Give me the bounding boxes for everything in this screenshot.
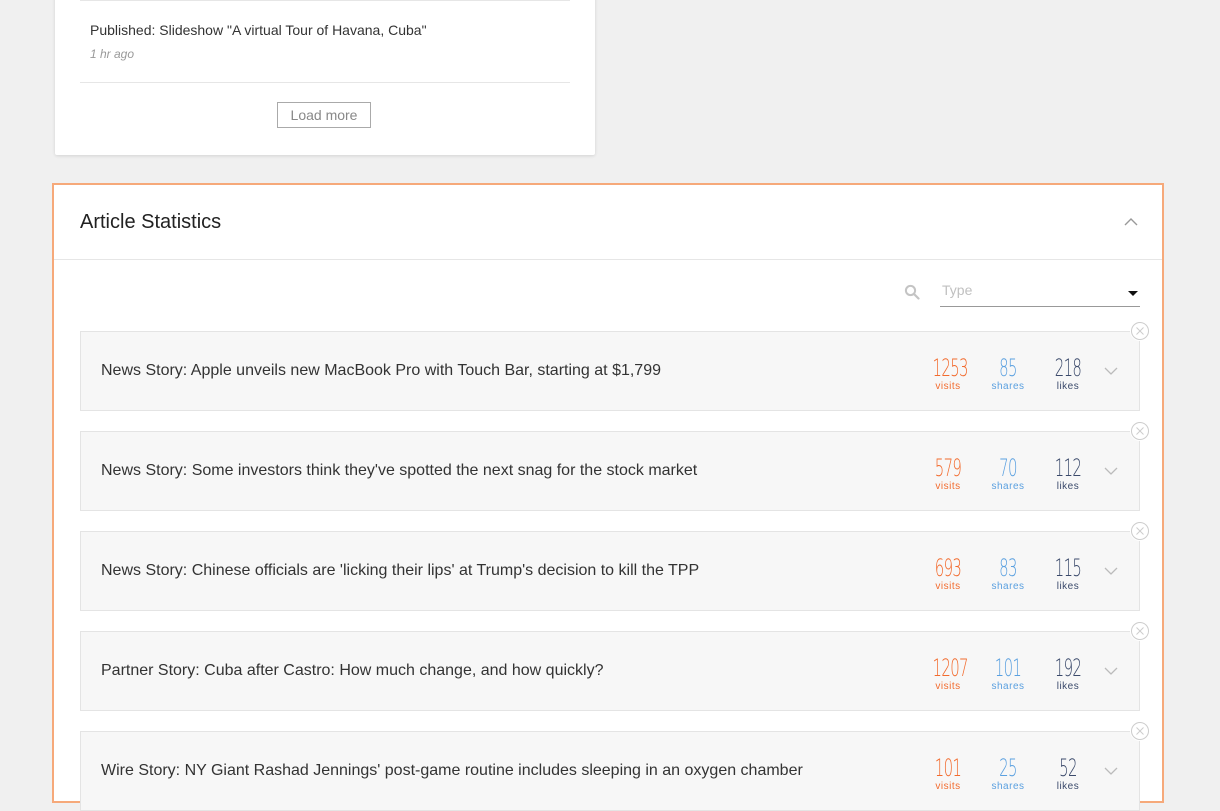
expand-button[interactable] bbox=[1103, 564, 1119, 576]
visits-count: 579 bbox=[934, 454, 962, 482]
shares-stat: 25 shares bbox=[983, 756, 1033, 792]
article-title: News Story: Chinese officials are 'licki… bbox=[101, 562, 700, 579]
likes-count: 52 bbox=[1059, 754, 1077, 782]
load-more-button[interactable]: Load more bbox=[277, 102, 371, 128]
visits-count: 1207 bbox=[932, 654, 969, 682]
shares-label: shares bbox=[991, 681, 1025, 692]
search-icon bbox=[904, 284, 920, 300]
shares-label: shares bbox=[991, 781, 1025, 792]
article-title: Wire Story: NY Giant Rashad Jennings' po… bbox=[101, 762, 803, 779]
article-row[interactable]: News Story: Some investors think they've… bbox=[80, 421, 1150, 511]
expand-button[interactable] bbox=[1103, 464, 1119, 476]
article-row[interactable]: Partner Story: Cuba after Castro: How mu… bbox=[80, 621, 1150, 711]
article-row[interactable]: News Story: Apple unveils new MacBook Pr… bbox=[80, 321, 1150, 411]
shares-label: shares bbox=[991, 581, 1025, 592]
article-row[interactable]: Wire Story: NY Giant Rashad Jennings' po… bbox=[80, 721, 1150, 811]
close-circle-icon bbox=[1131, 722, 1149, 740]
likes-stat: 192 likes bbox=[1043, 656, 1093, 692]
article-title: News Story: Apple unveils new MacBook Pr… bbox=[101, 362, 661, 379]
remove-button[interactable] bbox=[1130, 721, 1150, 741]
activity-item-time: 1 hr ago bbox=[90, 47, 135, 61]
likes-count: 112 bbox=[1054, 454, 1082, 482]
expand-button[interactable] bbox=[1103, 664, 1119, 676]
shares-stat: 85 shares bbox=[983, 356, 1033, 392]
likes-count: 218 bbox=[1054, 354, 1082, 382]
close-circle-icon bbox=[1131, 422, 1149, 440]
likes-label: likes bbox=[1056, 681, 1080, 692]
collapse-button[interactable] bbox=[1122, 213, 1140, 231]
panel-title: Article Statistics bbox=[80, 211, 222, 233]
visits-stat: 101 visits bbox=[923, 756, 973, 792]
chevron-down-icon bbox=[1104, 567, 1118, 575]
visits-label: visits bbox=[935, 481, 961, 492]
chevron-up-icon bbox=[1124, 218, 1138, 226]
shares-label: shares bbox=[991, 481, 1025, 492]
article-statistics-panel: Article Statistics Type News Story: Appl… bbox=[52, 183, 1164, 811]
visits-label: visits bbox=[935, 381, 961, 392]
expand-button[interactable] bbox=[1103, 764, 1119, 776]
close-circle-icon bbox=[1131, 622, 1149, 640]
visits-label: visits bbox=[935, 681, 961, 692]
visits-count: 1253 bbox=[932, 354, 969, 382]
shares-count: 70 bbox=[999, 454, 1017, 482]
shares-stat: 83 shares bbox=[983, 556, 1033, 592]
panel-header: Article Statistics bbox=[54, 185, 1162, 260]
likes-stat: 115 likes bbox=[1043, 556, 1093, 592]
chevron-down-icon bbox=[1104, 667, 1118, 675]
likes-label: likes bbox=[1056, 381, 1080, 392]
divider bbox=[80, 0, 570, 1]
visits-stat: 579 visits bbox=[923, 456, 973, 492]
remove-button[interactable] bbox=[1130, 321, 1150, 341]
shares-count: 85 bbox=[999, 354, 1017, 382]
article-row[interactable]: News Story: Chinese officials are 'licki… bbox=[80, 521, 1150, 611]
divider bbox=[80, 82, 570, 83]
shares-count: 101 bbox=[994, 654, 1022, 682]
likes-stat: 52 likes bbox=[1043, 756, 1093, 792]
remove-button[interactable] bbox=[1130, 421, 1150, 441]
filter-row: Type bbox=[54, 260, 1162, 332]
chevron-down-icon bbox=[1104, 767, 1118, 775]
chevron-down-icon bbox=[1104, 367, 1118, 375]
visits-stat: 693 visits bbox=[923, 556, 973, 592]
visits-count: 101 bbox=[934, 754, 962, 782]
expand-button[interactable] bbox=[1103, 364, 1119, 376]
shares-stat: 70 shares bbox=[983, 456, 1033, 492]
likes-label: likes bbox=[1056, 781, 1080, 792]
visits-count: 693 bbox=[934, 554, 962, 582]
likes-label: likes bbox=[1056, 581, 1080, 592]
shares-label: shares bbox=[991, 381, 1025, 392]
close-circle-icon bbox=[1131, 322, 1149, 340]
close-circle-icon bbox=[1131, 522, 1149, 540]
visits-stat: 1207 visits bbox=[923, 656, 973, 692]
activity-card: Published: Slideshow "A virtual Tour of … bbox=[55, 0, 595, 155]
visits-stat: 1253 visits bbox=[923, 356, 973, 392]
likes-stat: 218 likes bbox=[1043, 356, 1093, 392]
shares-count: 25 bbox=[999, 754, 1017, 782]
likes-label: likes bbox=[1056, 481, 1080, 492]
article-title: Partner Story: Cuba after Castro: How mu… bbox=[101, 662, 604, 679]
shares-stat: 101 shares bbox=[983, 656, 1033, 692]
type-filter-select[interactable]: Type bbox=[940, 280, 1140, 307]
remove-button[interactable] bbox=[1130, 621, 1150, 641]
activity-item-title: Published: Slideshow "A virtual Tour of … bbox=[90, 22, 427, 38]
likes-stat: 112 likes bbox=[1043, 456, 1093, 492]
visits-label: visits bbox=[935, 781, 961, 792]
remove-button[interactable] bbox=[1130, 521, 1150, 541]
activity-item: Published: Slideshow "A virtual Tour of … bbox=[90, 22, 427, 61]
article-title: News Story: Some investors think they've… bbox=[101, 462, 698, 479]
caret-down-icon bbox=[1128, 291, 1138, 296]
likes-count: 115 bbox=[1054, 554, 1082, 582]
likes-count: 192 bbox=[1054, 654, 1082, 682]
shares-count: 83 bbox=[999, 554, 1017, 582]
visits-label: visits bbox=[935, 581, 961, 592]
type-filter-placeholder: Type bbox=[942, 282, 973, 298]
chevron-down-icon bbox=[1104, 467, 1118, 475]
